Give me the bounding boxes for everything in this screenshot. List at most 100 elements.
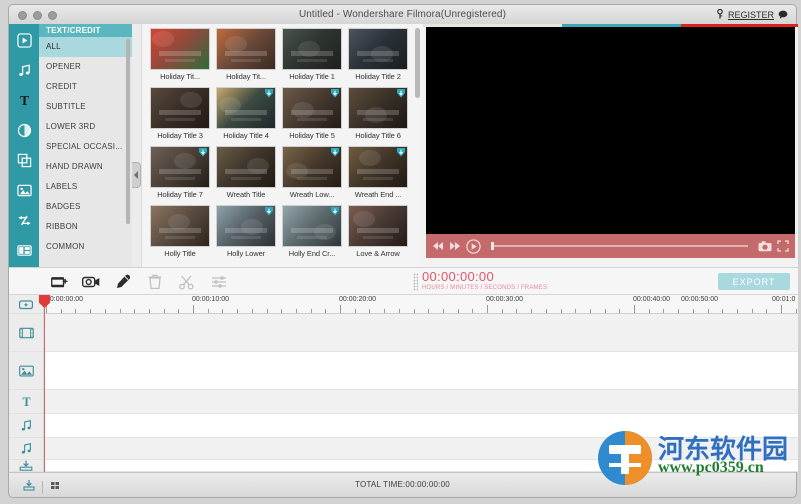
rail-item-music[interactable] [13, 60, 35, 80]
template-thumb-image[interactable] [282, 28, 342, 70]
template-thumb[interactable]: Holly Lower [216, 205, 276, 258]
template-thumb-image[interactable] [282, 87, 342, 129]
template-thumb[interactable]: Holiday Tit... [216, 28, 276, 81]
register-area[interactable]: REGISTER [716, 8, 788, 21]
play-button[interactable] [466, 238, 481, 254]
library-scrollbar[interactable] [415, 28, 420, 98]
skip-forward-button[interactable] [449, 241, 461, 251]
playhead[interactable] [39, 295, 50, 472]
playback-slider[interactable] [491, 242, 748, 250]
track-header-audio-track-1[interactable] [9, 414, 43, 438]
template-thumb[interactable]: Holiday Title 5 [282, 87, 342, 140]
record-screen-button[interactable] [81, 272, 101, 292]
template-thumb[interactable]: Holiday Title 6 [348, 87, 408, 140]
template-thumb[interactable]: Wreath End ... [348, 146, 408, 199]
track-lane-text-track[interactable] [44, 390, 798, 414]
playback-slider-handle[interactable] [491, 242, 494, 250]
timecode-legend: HOURS / MINUTES / SECONDS / FRAMES [422, 285, 548, 291]
rail-item-overlays[interactable] [13, 150, 35, 170]
download-icon[interactable] [331, 148, 339, 157]
template-thumb-image[interactable] [348, 28, 408, 70]
video-preview[interactable] [426, 27, 795, 234]
template-thumb[interactable]: Holiday Title 3 [150, 87, 210, 140]
download-icon[interactable] [199, 148, 207, 157]
track-lane-video-track[interactable] [44, 314, 798, 352]
template-thumb-image[interactable] [150, 205, 210, 247]
template-thumb[interactable]: Wreath Title [216, 146, 276, 199]
template-thumb-image[interactable] [150, 28, 210, 70]
snapshot-button[interactable] [758, 240, 772, 252]
category-list[interactable]: ALL OPENER CREDIT SUBTITLE LOWER 3RD SPECIAL … [39, 37, 132, 257]
skip-back-button[interactable] [432, 241, 444, 251]
track-header-audio-track-2[interactable] [9, 438, 43, 460]
template-thumb-image[interactable] [216, 146, 276, 188]
rail-item-text-credit[interactable]: T [13, 90, 35, 110]
ruler-tick [295, 309, 297, 313]
current-timecode[interactable]: 00:00:00:00 [422, 270, 547, 284]
template-thumb[interactable]: Holiday Title 4 [216, 87, 276, 140]
template-thumb-image[interactable] [150, 87, 210, 129]
category-item-badges[interactable]: BADGES [39, 197, 132, 217]
track-header-video-track[interactable] [9, 314, 43, 352]
template-thumb[interactable]: Wreath Low... [282, 146, 342, 199]
template-thumb-image[interactable] [216, 205, 276, 247]
template-thumb[interactable]: Holiday Tit... [150, 28, 210, 81]
template-thumb-image[interactable] [216, 28, 276, 70]
category-item-special-occasi[interactable]: SPECIAL OCCASI... [39, 137, 132, 157]
track-header-text-track[interactable]: T [9, 390, 43, 414]
download-icon[interactable] [331, 89, 339, 98]
timecode-grip[interactable] [413, 273, 418, 291]
category-item-ribbon[interactable]: RIBBON [39, 217, 132, 237]
category-item-hand-drawn[interactable]: HAND DRAWN [39, 157, 132, 177]
template-thumb-image[interactable] [348, 146, 408, 188]
timeline-ruler[interactable]: 00:00:00:00 00:00:10:00 00:00:20:00 00:00:3… [44, 295, 798, 314]
ruler-tick [604, 309, 606, 313]
template-thumb[interactable]: Love & Arrow [348, 205, 408, 258]
category-item-all[interactable]: ALL [39, 37, 132, 57]
register-link[interactable]: REGISTER [728, 10, 774, 20]
fullscreen-button[interactable] [777, 240, 789, 252]
export-button[interactable]: EXPORT [718, 273, 790, 290]
category-scrollbar[interactable] [126, 39, 130, 224]
ruler-label: 00:01:0 [772, 296, 796, 303]
template-thumb[interactable]: Holly End Cr... [282, 205, 342, 258]
category-item-lower-3rd[interactable]: LOWER 3RD [39, 117, 132, 137]
track-header-extra-track[interactable] [9, 460, 43, 472]
download-icon[interactable] [265, 89, 273, 98]
category-item-opener[interactable]: OPENER [39, 57, 132, 77]
template-thumb[interactable]: Holly Title [150, 205, 210, 258]
import-media-button[interactable] [49, 272, 69, 292]
rail-item-transitions[interactable] [13, 210, 35, 230]
download-icon[interactable] [397, 148, 405, 157]
download-icon[interactable] [331, 207, 339, 216]
download-icon[interactable] [397, 89, 405, 98]
template-library[interactable]: Holiday Tit... Holiday Tit... Holiday Titl… [141, 24, 423, 267]
rail-item-split-screen[interactable] [13, 240, 35, 260]
add-track-button[interactable] [9, 295, 43, 314]
template-thumb[interactable]: Holiday Title 7 [150, 146, 210, 199]
rail-item-elements[interactable] [13, 180, 35, 200]
speech-bubble-icon[interactable] [778, 10, 788, 21]
voiceover-button[interactable] [113, 272, 133, 292]
rail-item-media-library[interactable] [13, 30, 35, 50]
download-icon[interactable] [265, 207, 273, 216]
template-thumb[interactable]: Holiday Title 2 [348, 28, 408, 81]
template-thumb-image[interactable] [216, 87, 276, 129]
ruler-tick [163, 309, 165, 313]
template-thumb-image[interactable] [348, 87, 408, 129]
template-thumb[interactable]: Holiday Title 1 [282, 28, 342, 81]
category-item-common[interactable]: COMMON [39, 237, 132, 257]
category-item-labels[interactable]: LABELS [39, 177, 132, 197]
ruler-tick [736, 309, 738, 313]
category-item-credit[interactable]: CREDIT [39, 77, 132, 97]
category-item-subtitle[interactable]: SUBTITLE [39, 97, 132, 117]
template-thumb-image[interactable] [282, 205, 342, 247]
template-thumb-image[interactable] [282, 146, 342, 188]
category-panel: TEXT/CREDIT ALL OPENER CREDIT SUBTITLE LOWER… [39, 24, 132, 267]
track-header-image-track[interactable] [9, 352, 43, 390]
rail-item-filters[interactable] [13, 120, 35, 140]
template-thumb-image[interactable] [348, 205, 408, 247]
collapse-panel-button[interactable] [132, 162, 141, 188]
track-lane-image-track[interactable] [44, 352, 798, 390]
template-thumb-image[interactable] [150, 146, 210, 188]
